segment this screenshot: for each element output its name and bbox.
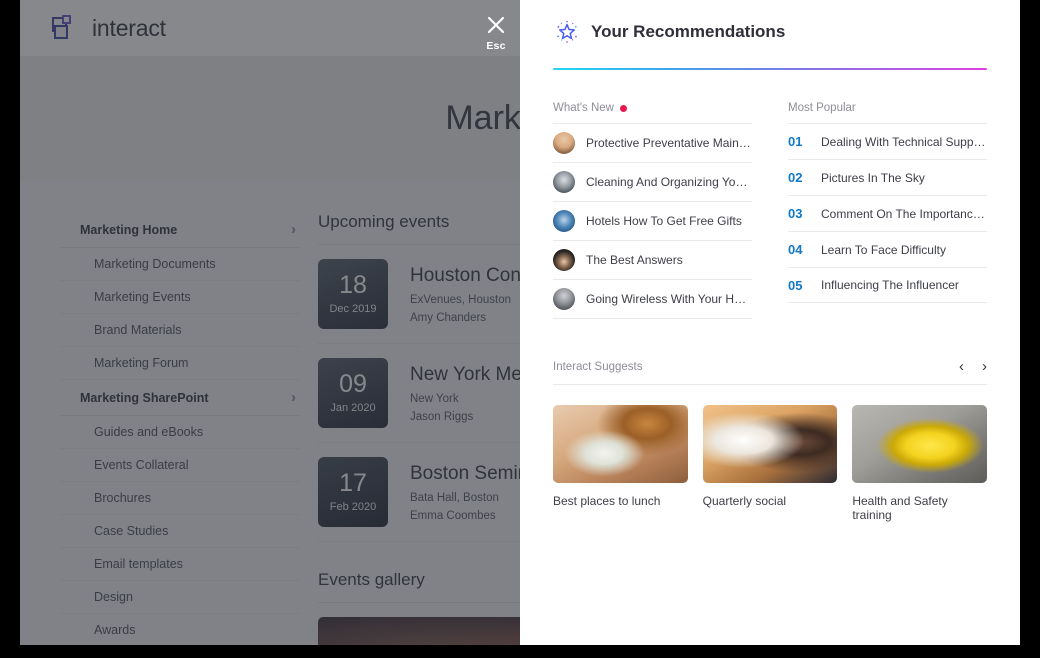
suggestion-card[interactable]: Best places to lunch [553, 405, 688, 522]
interact-suggests-header: Interact Suggests ‹ › [553, 359, 987, 385]
whats-new-item[interactable]: The Best Answers [553, 240, 752, 279]
sidebar-item-2[interactable]: Marketing Events [60, 281, 300, 314]
avatar [553, 288, 575, 310]
panel-title: Your Recommendations [591, 22, 786, 41]
most-popular-rank: 05 [788, 277, 803, 293]
close-icon [487, 16, 505, 34]
whats-new-item[interactable]: Going Wireless With Your Headphones [553, 279, 752, 319]
interact-logo-icon [52, 15, 78, 41]
most-popular-rank: 04 [788, 242, 803, 257]
carousel-controls: ‹ › [959, 359, 987, 374]
most-popular-item[interactable]: 02 Pictures In The Sky [788, 159, 987, 195]
chevron-right-icon: › [291, 221, 296, 238]
suggestion-card-image [702, 405, 838, 483]
app-logo-text: interact [92, 14, 166, 41]
sidebar-item-6[interactable]: Guides and eBooks [60, 416, 300, 449]
most-popular-item[interactable]: 04 Learn To Face Difficulty [788, 231, 987, 267]
whats-new-heading: What's New [553, 102, 752, 123]
event-date-thumbnail: 18 Dec 2019 [318, 259, 388, 329]
whats-new-item[interactable]: Protective Preventative Maintenance [553, 123, 752, 162]
whats-new-label: What's New [553, 102, 614, 114]
interact-suggests-label: Interact Suggests [553, 360, 643, 373]
whats-new-column: What's New Protective Preventative Maint… [553, 102, 752, 319]
sidebar-item-7[interactable]: Events Collateral [60, 449, 300, 482]
screenshot-stage: interact People Team Marketing Marketing… [0, 0, 1040, 658]
suggestion-card-image [852, 405, 988, 483]
avatar [553, 210, 575, 232]
whats-new-item-title: Cleaning And Organizing Your Computer [586, 175, 752, 189]
sidebar-nav: Marketing Home › Marketing Documents Market… [60, 212, 300, 645]
event-month: Dec 2019 [329, 303, 377, 315]
close-shortcut-label: Esc [486, 40, 506, 52]
whats-new-item-title: Hotels How To Get Free Gifts [586, 214, 742, 228]
most-popular-rank: 03 [788, 206, 803, 221]
most-popular-item-title: Pictures In The Sky [821, 170, 925, 185]
event-date-thumbnail: 09 Jan 2020 [318, 358, 388, 428]
most-popular-item-title: Influencing The Influencer [821, 278, 959, 292]
most-popular-label: Most Popular [788, 102, 856, 114]
most-popular-rank: 02 [788, 170, 803, 185]
sidebar-item-3[interactable]: Brand Materials [60, 314, 300, 347]
sidebar-group-5[interactable]: Marketing SharePoint › [60, 380, 300, 416]
gradient-divider [553, 68, 987, 70]
most-popular-item[interactable]: 01 Dealing With Technical Support 10 Usef… [788, 123, 987, 159]
suggestion-card-label: Health and Safety training [852, 494, 948, 522]
sidebar-item-9[interactable]: Case Studies [60, 515, 300, 548]
recommendations-panel: Your Recommendations What's New Protecti… [520, 0, 1020, 645]
event-date-thumbnail: 17 Feb 2020 [318, 457, 388, 527]
avatar [553, 249, 575, 271]
whats-new-rows: Protective Preventative Maintenance Clean… [553, 123, 752, 319]
most-popular-item[interactable]: 03 Comment On The Importance Of Human [788, 195, 987, 231]
suggestion-card-label: Best places to lunch [553, 494, 661, 508]
new-badge-dot-icon [620, 104, 627, 112]
suggestion-card[interactable]: Quarterly social [702, 405, 838, 522]
sidebar-item-1[interactable]: Marketing Documents [60, 248, 300, 281]
whats-new-item-title: Protective Preventative Maintenance [586, 136, 752, 150]
sidebar-item-4[interactable]: Marketing Forum [60, 347, 300, 380]
chevron-left-icon[interactable]: ‹ [959, 359, 964, 374]
panel-header: Your Recommendations [553, 0, 987, 46]
suggestion-cards: Best places to lunch Quarterly social Heal… [553, 405, 988, 522]
most-popular-item-title: Comment On The Importance Of Human [821, 206, 987, 221]
most-popular-heading: Most Popular [788, 102, 987, 123]
most-popular-item-title: Dealing With Technical Support 10 Useful… [821, 134, 987, 149]
avatar [553, 171, 575, 193]
sidebar-group-label: Marketing Home [80, 222, 178, 237]
most-popular-rank: 01 [788, 134, 803, 149]
most-popular-item-title: Learn To Face Difficulty [821, 242, 946, 257]
event-day: 18 [339, 271, 367, 299]
whats-new-item-title: Going Wireless With Your Headphones [586, 292, 752, 306]
event-month: Jan 2020 [330, 402, 376, 414]
suggestion-card[interactable]: Health and Safety training [852, 405, 988, 522]
suggestion-card-label: Quarterly social [702, 494, 787, 508]
avatar [553, 132, 575, 154]
most-popular-column: Most Popular 01 Dealing With Technical Su… [788, 102, 987, 319]
sidebar-item-11[interactable]: Design [60, 581, 300, 614]
most-popular-item[interactable]: 05 Influencing The Influencer [788, 267, 987, 303]
most-popular-rows: 01 Dealing With Technical Support 10 Usef… [788, 123, 987, 303]
whats-new-item[interactable]: Cleaning And Organizing Your Computer [553, 162, 752, 201]
close-panel-button[interactable]: Esc [481, 14, 511, 52]
event-month: Feb 2020 [329, 501, 377, 513]
recommendation-lists: What's New Protective Preventative Maint… [553, 102, 987, 319]
sidebar-item-8[interactable]: Brochures [60, 482, 300, 515]
app-logo[interactable]: interact [52, 15, 166, 42]
event-day: 17 [339, 469, 367, 497]
suggestion-card-image [553, 405, 688, 483]
sidebar-group-0[interactable]: Marketing Home › [60, 212, 300, 248]
event-day: 09 [339, 370, 367, 398]
whats-new-item-title: The Best Answers [586, 253, 683, 267]
chevron-right-icon: › [291, 389, 296, 406]
sidebar-item-10[interactable]: Email templates [60, 548, 300, 581]
sparkle-star-icon [557, 20, 577, 43]
sidebar-item-12[interactable]: Awards [60, 614, 300, 645]
chevron-right-icon[interactable]: › [982, 359, 987, 374]
sidebar-group-label: Marketing SharePoint [80, 390, 209, 405]
whats-new-item[interactable]: Hotels How To Get Free Gifts [553, 201, 752, 240]
